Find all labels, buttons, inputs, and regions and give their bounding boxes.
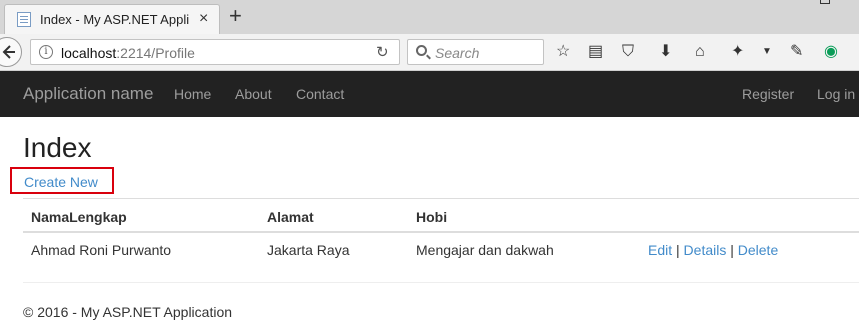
- table-row: Ahmad Roni Purwanto Jakarta Raya Mengaja…: [23, 233, 859, 267]
- nav-login[interactable]: Log in: [817, 86, 855, 102]
- window-restore-icon[interactable]: [820, 0, 830, 4]
- cell-hobi: Mengajar dan dakwah: [416, 242, 554, 258]
- url-host: localhost: [61, 45, 117, 61]
- cell-alamat: Jakarta Raya: [267, 242, 350, 258]
- download-icon[interactable]: ⬇: [659, 42, 672, 62]
- tab-title: Index - My ASP.NET Appli…: [40, 12, 190, 27]
- search-placeholder: Search: [435, 45, 480, 61]
- extension-icon[interactable]: ✦: [731, 42, 744, 62]
- header-alamat: Alamat: [267, 209, 314, 225]
- url-text[interactable]: localhost:2214/Profile: [61, 45, 195, 61]
- info-icon[interactable]: i: [39, 45, 53, 59]
- header-namalengkap: NamaLengkap: [31, 209, 127, 225]
- search-icon: [416, 45, 427, 56]
- delete-link[interactable]: Delete: [738, 242, 778, 258]
- tab-close-button[interactable]: ×: [199, 10, 208, 28]
- page-favicon-icon: [17, 12, 31, 27]
- back-button[interactable]: [0, 37, 22, 67]
- table-header: NamaLengkap Alamat Hobi: [23, 198, 859, 233]
- site-navbar: Application name Home About Contact Regi…: [0, 71, 859, 117]
- nav-home[interactable]: Home: [174, 86, 211, 102]
- nav-contact[interactable]: Contact: [296, 86, 344, 102]
- row-actions: Edit | Details | Delete: [648, 242, 778, 258]
- browser-toolbar: i localhost:2214/Profile ↻ Search ☆ ▤ ⛉ …: [0, 34, 859, 71]
- back-arrow-icon: [2, 45, 15, 59]
- url-path: :2214/Profile: [116, 45, 195, 61]
- browser-tab[interactable]: Index - My ASP.NET Appli… ×: [4, 4, 220, 34]
- notes-icon[interactable]: ✎: [790, 42, 803, 62]
- reading-list-icon[interactable]: ▤: [588, 42, 603, 62]
- action-separator: |: [730, 242, 734, 258]
- eye-extension-icon[interactable]: ◉: [824, 42, 838, 62]
- search-bar[interactable]: Search: [407, 39, 544, 65]
- header-hobi: Hobi: [416, 209, 448, 225]
- browser-chrome: Index - My ASP.NET Appli… × + i localhos…: [0, 0, 859, 71]
- action-separator: |: [676, 242, 680, 258]
- page-content: Index Create New NamaLengkap Alamat Hobi…: [0, 117, 859, 326]
- chevron-down-icon[interactable]: ▼: [762, 42, 772, 62]
- details-link[interactable]: Details: [684, 242, 727, 258]
- create-new-highlight: Create New: [10, 167, 114, 194]
- nav-about[interactable]: About: [235, 86, 272, 102]
- home-icon[interactable]: ⌂: [695, 42, 705, 62]
- page-title: Index: [23, 132, 92, 163]
- reload-icon[interactable]: ↻: [376, 43, 389, 61]
- brand-link[interactable]: Application name: [23, 84, 153, 104]
- tab-strip: Index - My ASP.NET Appli… × +: [0, 0, 859, 34]
- nav-register[interactable]: Register: [742, 86, 794, 102]
- pocket-icon[interactable]: ⛉: [622, 42, 634, 62]
- footer-divider: [23, 282, 859, 283]
- new-tab-button[interactable]: +: [229, 3, 242, 29]
- footer-text: © 2016 - My ASP.NET Application: [23, 304, 233, 320]
- bookmark-star-icon[interactable]: ☆: [556, 42, 570, 62]
- edit-link[interactable]: Edit: [648, 242, 672, 258]
- url-bar[interactable]: i localhost:2214/Profile ↻: [30, 39, 400, 65]
- create-new-link[interactable]: Create New: [24, 174, 98, 190]
- cell-namalengkap: Ahmad Roni Purwanto: [31, 242, 172, 258]
